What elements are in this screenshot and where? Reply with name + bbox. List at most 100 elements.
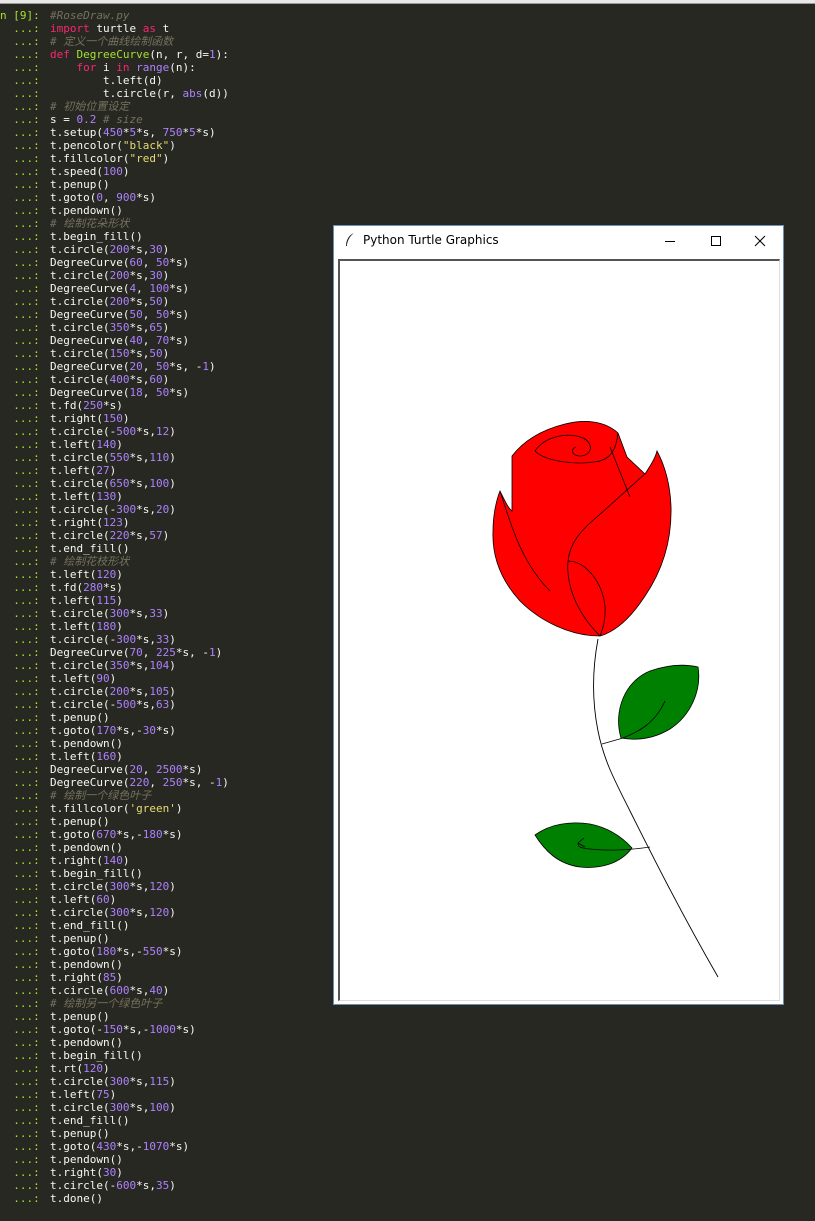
console-prompt: ...: — [0, 1153, 40, 1166]
code-text: t.left(90) — [50, 672, 117, 685]
lower-leaf — [534, 822, 633, 868]
minimize-icon — [665, 240, 675, 242]
upper-leaf — [618, 664, 700, 740]
code-text: t.circle(650*s,100) — [50, 477, 176, 490]
console-line: ...: t.fillcolor("red") — [0, 152, 815, 165]
console-prompt: ...: — [0, 1127, 40, 1140]
console-prompt: ...: — [0, 646, 40, 659]
code-text: t.end_fill() — [50, 919, 130, 932]
code-text: #RoseDraw.py — [50, 9, 130, 22]
code-text: s = 0.2 # size — [50, 113, 143, 126]
code-text: t.pendown() — [50, 737, 123, 750]
close-button[interactable] — [737, 226, 783, 255]
console-line: n [9]: #RoseDraw.py — [0, 9, 815, 22]
code-text: t.begin_fill() — [50, 867, 143, 880]
maximize-button[interactable] — [693, 226, 739, 255]
code-text: t.speed(100) — [50, 165, 130, 178]
code-text: t.circle(r, abs(d)) — [50, 87, 229, 100]
console-prompt: ...: — [0, 386, 40, 399]
console-prompt: ...: — [0, 1114, 40, 1127]
console-prompt: ...: — [0, 477, 40, 490]
console-line: ...: t.circle(300*s,100) — [0, 1101, 815, 1114]
console-prompt: ...: — [0, 217, 40, 230]
code-text: t.circle(150*s,50) — [50, 347, 170, 360]
code-text: t.circle(200*s,30) — [50, 269, 170, 282]
console-prompt: ...: — [0, 1036, 40, 1049]
code-text: t.circle(350*s,104) — [50, 659, 176, 672]
code-text: t.circle(-500*s,12) — [50, 425, 176, 438]
code-text: t.right(123) — [50, 516, 130, 529]
console-prompt: ...: — [0, 230, 40, 243]
console-prompt: ...: — [0, 516, 40, 529]
console-prompt: ...: — [0, 750, 40, 763]
console-prompt: ...: — [0, 61, 40, 74]
console-line: ...: t.penup() — [0, 1127, 815, 1140]
code-text: t.left(140) — [50, 438, 123, 451]
code-text: t.penup() — [50, 1127, 110, 1140]
console-prompt: ...: — [0, 1075, 40, 1088]
code-text: # 绘制花枝形状 — [50, 555, 130, 568]
code-text: t.pendown() — [50, 1153, 123, 1166]
console-prompt: ...: — [0, 1140, 40, 1153]
code-text: t.circle(200*s,50) — [50, 295, 170, 308]
code-text: t.goto(670*s,-180*s) — [50, 828, 183, 841]
code-text: t.end_fill() — [50, 1114, 130, 1127]
turtle-window[interactable]: Python Turtle Graphics — [333, 225, 784, 1005]
code-text: DegreeCurve(20, 50*s, -1) — [50, 360, 216, 373]
console-line: ...: t.circle(300*s,115) — [0, 1075, 815, 1088]
console-prompt: ...: — [0, 698, 40, 711]
title-bar[interactable]: Python Turtle Graphics — [334, 226, 783, 255]
console-prompt: ...: — [0, 204, 40, 217]
code-text: t.penup() — [50, 1010, 110, 1023]
console-prompt: ...: — [0, 451, 40, 464]
console-prompt: ...: — [0, 763, 40, 776]
console-line: ...: t.circle(-600*s,35) — [0, 1179, 815, 1192]
console-prompt: ...: — [0, 347, 40, 360]
console-prompt: ...: — [0, 828, 40, 841]
console-prompt: ...: — [0, 22, 40, 35]
console-prompt: ...: — [0, 334, 40, 347]
console-prompt: ...: — [0, 269, 40, 282]
console-prompt: ...: — [0, 529, 40, 542]
code-text: for i in range(n): — [76, 61, 196, 74]
console-prompt: ...: — [0, 958, 40, 971]
code-text: t.goto(-150*s,-1000*s) — [50, 1023, 196, 1036]
code-text: t.goto(170*s,-30*s) — [50, 724, 176, 737]
console-prompt: ...: — [0, 490, 40, 503]
code-text: t.fillcolor("red") — [50, 152, 170, 165]
code-text: t.left(160) — [50, 750, 123, 763]
minimize-button[interactable] — [647, 226, 693, 255]
console-prompt: ...: — [0, 620, 40, 633]
console-prompt: ...: — [0, 165, 40, 178]
top-edge — [0, 0, 815, 4]
code-text: DegreeCurve(4, 100*s) — [50, 282, 190, 295]
console-prompt: ...: — [0, 1166, 40, 1179]
code-text: t.circle(300*s,33) — [50, 607, 170, 620]
code-text: t.pendown() — [50, 958, 123, 971]
code-text: t.left(130) — [50, 490, 123, 503]
console-line: ...: for i in range(n): — [0, 61, 815, 74]
console-prompt: ...: — [0, 399, 40, 412]
code-text: t.right(150) — [50, 412, 130, 425]
console-prompt: ...: — [0, 48, 40, 61]
console-prompt: ...: — [0, 737, 40, 750]
code-text: t.left(75) — [50, 1088, 117, 1101]
console-prompt: ...: — [0, 854, 40, 867]
rose-flower — [492, 421, 672, 637]
code-text: t.begin_fill() — [50, 1049, 143, 1062]
console-prompt: ...: — [0, 100, 40, 113]
code-text: DegreeCurve(60, 50*s) — [50, 256, 190, 269]
code-text: t.goto(180*s,-550*s) — [50, 945, 183, 958]
code-text: t.pencolor("black") — [50, 139, 176, 152]
code-text: t.circle(-300*s,20) — [50, 503, 176, 516]
console-prompt: ...: — [0, 932, 40, 945]
console-prompt: n [9]: — [0, 9, 40, 22]
console-prompt: ...: — [0, 503, 40, 516]
turtle-canvas[interactable] — [338, 259, 780, 1001]
console-prompt: ...: — [0, 35, 40, 48]
console-prompt: ...: — [0, 373, 40, 386]
console-line: ...: t.pendown() — [0, 1036, 815, 1049]
console-prompt: ...: — [0, 542, 40, 555]
code-text: # 初始位置设定 — [50, 100, 130, 113]
code-text: DegreeCurve(220, 250*s, -1) — [50, 776, 229, 789]
